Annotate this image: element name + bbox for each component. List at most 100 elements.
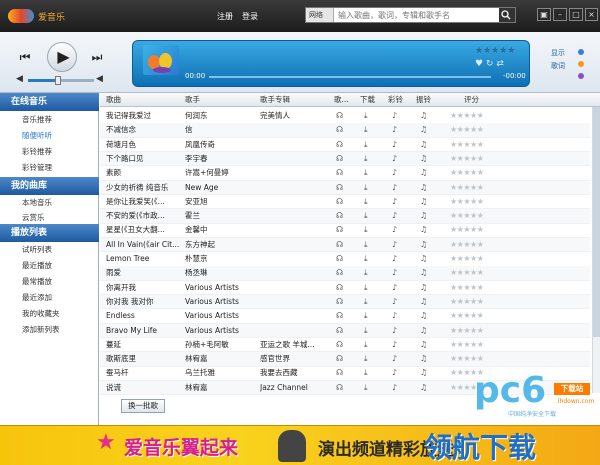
ringback-icon[interactable]: ♫: [420, 352, 427, 366]
ringback-icon[interactable]: ♫: [420, 281, 427, 295]
scrollbar-thumb[interactable]: [593, 107, 600, 337]
rating-stars[interactable]: ★★★★★: [450, 181, 484, 195]
playback-mode-icons[interactable]: ♥ ↻ ⇄: [475, 59, 504, 69]
download-icon[interactable]: ⤓: [364, 338, 368, 352]
download-icon[interactable]: ⤓: [364, 223, 368, 237]
table-row[interactable]: 你对我 我对你 Various Artists ☊ ⤓ ♪ ♫ ★★★★★: [100, 294, 590, 310]
headphones-icon[interactable]: ☊: [336, 123, 343, 137]
table-row[interactable]: 雨爱 杨丞琳 ☊ ⤓ ♪ ♫ ★★★★★: [100, 266, 590, 281]
rating-stars[interactable]: ★★★★★: [450, 166, 484, 180]
sidebar-item[interactable]: 最常播放: [0, 275, 99, 289]
ringback-icon[interactable]: ♫: [420, 252, 427, 266]
download-icon[interactable]: ⤓: [364, 295, 368, 309]
headphones-icon[interactable]: ☊: [336, 166, 343, 180]
download-icon[interactable]: ⤓: [364, 152, 368, 166]
show-link[interactable]: 显示: [551, 48, 565, 58]
column-header[interactable]: 彩铃: [388, 93, 403, 107]
sidebar-section-header[interactable]: 我的曲库: [0, 177, 99, 195]
ringtone-icon[interactable]: ♪: [392, 324, 397, 338]
rating-stars[interactable]: ★★★★★: [450, 123, 484, 137]
table-row[interactable]: Bravo My Life Various Artists ☊ ⤓ ♪ ♫ ★★★★★: [100, 323, 590, 338]
headphones-icon[interactable]: ☊: [336, 238, 343, 252]
ringtone-icon[interactable]: ♪: [392, 209, 397, 223]
ringtone-icon[interactable]: ♪: [392, 238, 397, 252]
ringtone-icon[interactable]: ♪: [392, 223, 397, 237]
login-link[interactable]: 登录: [242, 11, 258, 22]
sidebar-item[interactable]: 添加新列表: [0, 323, 99, 337]
sidebar-item[interactable]: 随便听听: [0, 129, 99, 143]
volume-knob[interactable]: [54, 76, 61, 85]
rating-stars[interactable]: ★★★★★: [450, 223, 484, 237]
rating-stars[interactable]: ★★★★★: [450, 138, 484, 152]
sidebar-item[interactable]: 云赏乐: [0, 211, 99, 225]
table-row[interactable]: Lemon Tree 朴慧京 ☊ ⤓ ♪ ♫ ★★★★★: [100, 252, 590, 267]
headphones-icon[interactable]: ☊: [336, 252, 343, 266]
download-icon[interactable]: ⤓: [364, 195, 368, 209]
headphones-icon[interactable]: ☊: [336, 152, 343, 166]
ringback-icon[interactable]: ♫: [420, 223, 427, 237]
download-icon[interactable]: ⤓: [364, 252, 368, 266]
sidebar-section-header[interactable]: 播放列表: [0, 224, 99, 242]
download-icon[interactable]: ⤓: [364, 324, 368, 338]
column-header[interactable]: 歌...: [334, 93, 349, 107]
headphones-icon[interactable]: ☊: [336, 338, 343, 352]
rating-stars[interactable]: ★★★★★: [450, 266, 484, 280]
skin-dot-blue[interactable]: [578, 49, 584, 55]
ringtone-icon[interactable]: ♪: [392, 338, 397, 352]
headphones-icon[interactable]: ☊: [336, 352, 343, 366]
table-row[interactable]: 歌斯底里 林宥嘉 感官世界 ☊ ⤓ ♪ ♫ ★★★★★: [100, 352, 590, 367]
download-icon[interactable]: ⤓: [364, 266, 368, 280]
rating-stars[interactable]: ★★★★★: [450, 309, 484, 323]
headphones-icon[interactable]: ☊: [336, 209, 343, 223]
ringtone-icon[interactable]: ♪: [392, 195, 397, 209]
lyrics-link[interactable]: 歌词: [551, 61, 565, 71]
vertical-scrollbar[interactable]: [592, 107, 600, 393]
search-input[interactable]: [336, 8, 486, 22]
skin-dot-orange[interactable]: [578, 61, 584, 67]
column-header[interactable]: 振铃: [416, 93, 431, 107]
rating-stars[interactable]: ★★★★★: [450, 252, 484, 266]
ringback-icon[interactable]: ♫: [420, 109, 427, 123]
ringback-icon[interactable]: ♫: [420, 266, 427, 280]
prev-track-button[interactable]: ⏮: [15, 50, 35, 66]
table-row[interactable]: 我记得我爱过 何润东 完美情人 ☊ ⤓ ♪ ♫ ★★★★★: [100, 109, 590, 124]
column-header[interactable]: 评分: [464, 93, 479, 107]
table-row[interactable]: 你离开我 Various Artists ☊ ⤓ ♪ ♫ ★★★★★: [100, 281, 590, 296]
download-icon[interactable]: ⤓: [364, 123, 368, 137]
headphones-icon[interactable]: ☊: [336, 281, 343, 295]
sidebar-item[interactable]: 最近添加: [0, 291, 99, 305]
download-icon[interactable]: ⤓: [364, 109, 368, 123]
ringtone-icon[interactable]: ♪: [392, 381, 397, 395]
rating-stars[interactable]: ★★★★★: [450, 338, 484, 352]
ringtone-icon[interactable]: ♪: [392, 309, 397, 323]
ringback-icon[interactable]: ♫: [420, 166, 427, 180]
ringback-icon[interactable]: ♫: [420, 238, 427, 252]
seek-bar[interactable]: [209, 76, 491, 78]
table-row[interactable]: All In Vain(《air Cit... 东方神起 ☊ ⤓ ♪ ♫ ★★★★★: [100, 237, 590, 253]
column-header[interactable]: 歌手专辑: [260, 93, 290, 107]
table-row[interactable]: 荷塘月色 凤凰传奇 ☊ ⤓ ♪ ♫ ★★★★★: [100, 138, 590, 153]
ringtone-icon[interactable]: ♪: [392, 252, 397, 266]
rating-stars[interactable]: ★★★★★: [450, 152, 484, 166]
headphones-icon[interactable]: ☊: [336, 223, 343, 237]
play-button[interactable]: ▶: [47, 42, 77, 72]
ringback-icon[interactable]: ♫: [420, 338, 427, 352]
search-scope-select[interactable]: 网络: [306, 8, 334, 22]
ringback-icon[interactable]: ♫: [420, 123, 427, 137]
headphones-icon[interactable]: ☊: [336, 195, 343, 209]
ringback-icon[interactable]: ♫: [420, 138, 427, 152]
headphones-icon[interactable]: ☊: [336, 324, 343, 338]
table-row[interactable]: 不减信念 信 ☊ ⤓ ♪ ♫ ★★★★★: [100, 123, 590, 138]
rating-stars[interactable]: ★★★★★: [450, 109, 484, 123]
headphones-icon[interactable]: ☊: [336, 309, 343, 323]
ringtone-icon[interactable]: ♪: [392, 352, 397, 366]
ringback-icon[interactable]: ♫: [420, 195, 427, 209]
ringtone-icon[interactable]: ♪: [392, 281, 397, 295]
headphones-icon[interactable]: ☊: [336, 181, 343, 195]
rating-stars[interactable]: ★★★★★: [450, 195, 484, 209]
download-icon[interactable]: ⤓: [364, 209, 368, 223]
ringback-icon[interactable]: ♫: [420, 381, 427, 395]
table-row[interactable]: 少女的祈祷 纯音乐 New Age ☊ ⤓ ♪ ♫ ★★★★★: [100, 180, 590, 195]
table-row[interactable]: 星星(《丑女大翻... 金馨中 ☊ ⤓ ♪ ♫ ★★★★★: [100, 223, 590, 238]
ringtone-icon[interactable]: ♪: [392, 109, 397, 123]
